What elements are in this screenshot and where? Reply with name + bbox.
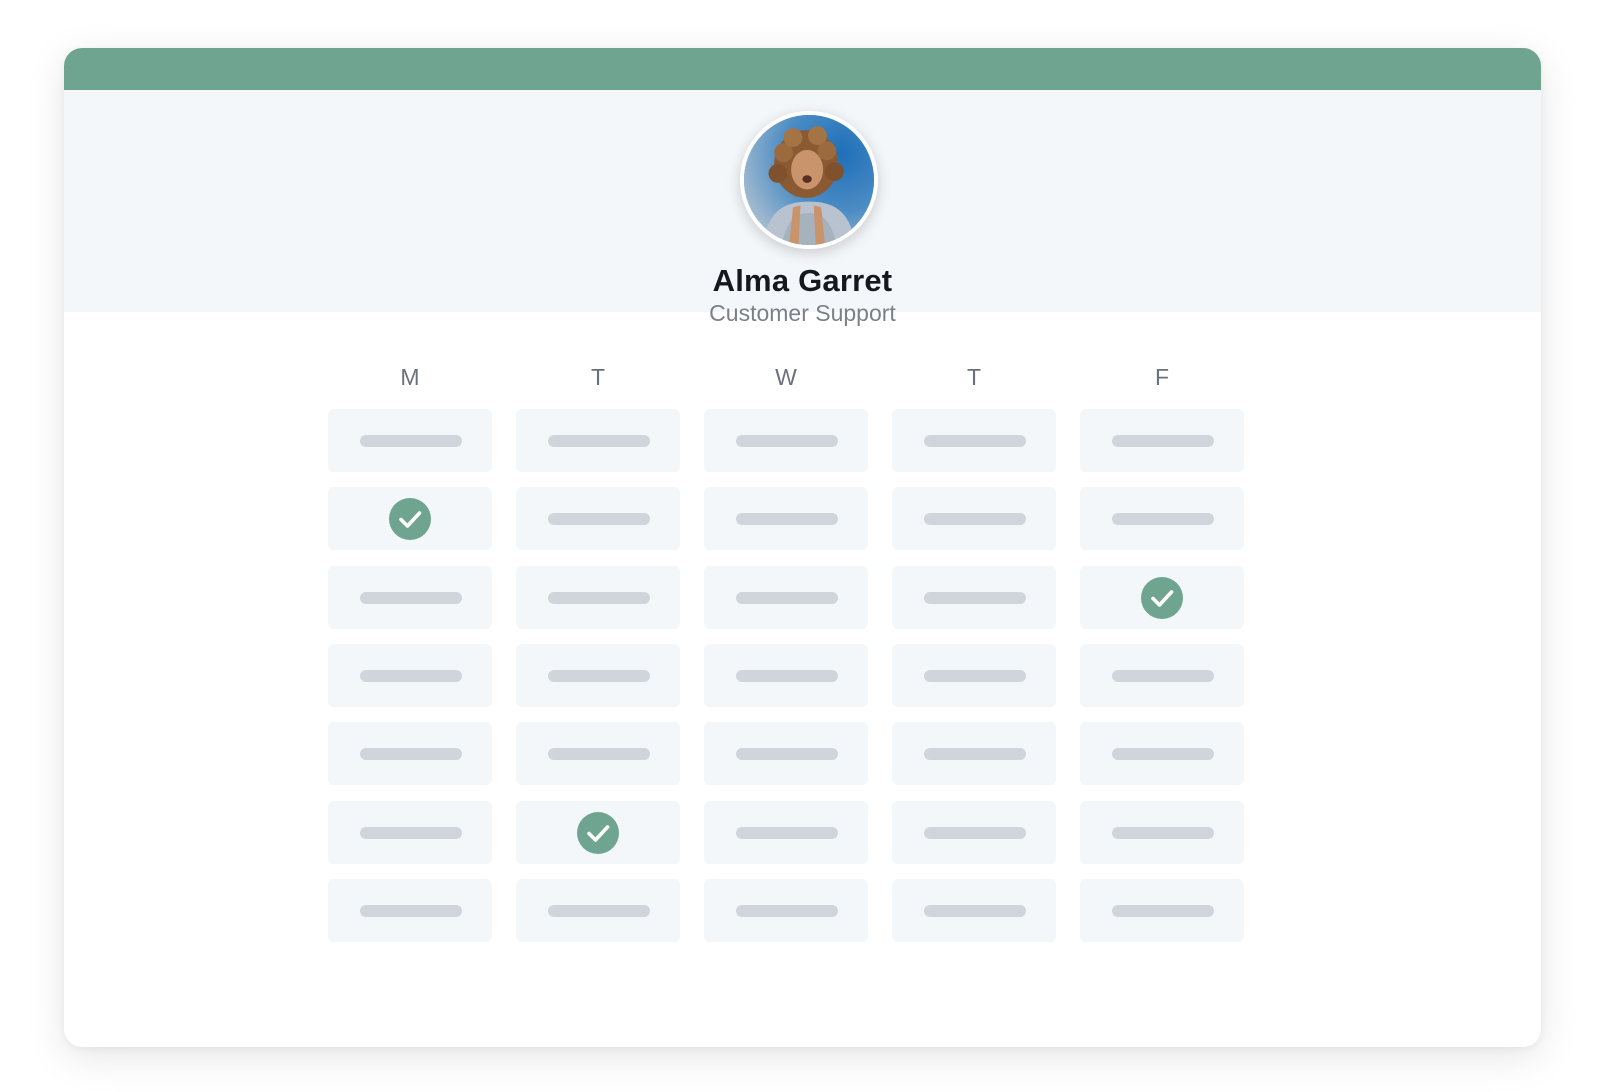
placeholder-bar [548, 592, 650, 604]
schedule-slot[interactable] [328, 487, 492, 550]
schedule-slot[interactable] [892, 566, 1056, 629]
placeholder-bar [1112, 827, 1214, 839]
placeholder-bar [736, 435, 838, 447]
schedule-slot[interactable] [1080, 409, 1244, 472]
schedule-slot[interactable] [704, 879, 868, 942]
day-header-0: M [400, 364, 420, 390]
check-icon [1141, 577, 1183, 619]
schedule-slot[interactable] [328, 879, 492, 942]
schedule-slot[interactable] [328, 409, 492, 472]
schedule-slot[interactable] [892, 409, 1056, 472]
schedule-slot[interactable] [516, 644, 680, 707]
placeholder-bar [924, 592, 1026, 604]
schedule-slot[interactable] [328, 801, 492, 864]
schedule-slot[interactable] [1080, 487, 1244, 550]
placeholder-bar [360, 748, 462, 760]
placeholder-bar [924, 748, 1026, 760]
placeholder-bar [924, 435, 1026, 447]
placeholder-bar [360, 592, 462, 604]
schedule-slot[interactable] [516, 487, 680, 550]
placeholder-bar [548, 435, 650, 447]
schedule-slot[interactable] [1080, 879, 1244, 942]
placeholder-bar [360, 435, 462, 447]
schedule-slot[interactable] [516, 722, 680, 785]
placeholder-bar [548, 513, 650, 525]
schedule-slot[interactable] [1080, 644, 1244, 707]
schedule-slot[interactable] [328, 722, 492, 785]
check-icon [389, 498, 431, 540]
schedule-slot[interactable] [704, 487, 868, 550]
schedule-slot[interactable] [892, 801, 1056, 864]
day-header-1: T [590, 364, 606, 390]
schedule-slot[interactable] [892, 644, 1056, 707]
schedule-slot[interactable] [328, 644, 492, 707]
placeholder-bar [1112, 748, 1214, 760]
schedule-slot[interactable] [892, 879, 1056, 942]
placeholder-bar [1112, 435, 1214, 447]
weekly-schedule-grid: MTWTF [64, 312, 1541, 1047]
day-header-4: F [1154, 364, 1170, 390]
schedule-slot[interactable] [704, 644, 868, 707]
schedule-slot[interactable] [516, 879, 680, 942]
check-icon [577, 812, 619, 854]
placeholder-bar [360, 905, 462, 917]
placeholder-bar [360, 827, 462, 839]
user-name: Alma Garret [712, 263, 893, 298]
avatar [740, 111, 878, 249]
schedule-slot[interactable] [1080, 801, 1244, 864]
card-header-bar [64, 48, 1541, 90]
placeholder-bar [924, 670, 1026, 682]
placeholder-bar [736, 827, 838, 839]
placeholder-bar [924, 905, 1026, 917]
placeholder-bar [736, 748, 838, 760]
schedule-slot[interactable] [516, 566, 680, 629]
schedule-slot[interactable] [1080, 722, 1244, 785]
placeholder-bar [736, 905, 838, 917]
placeholder-bar [736, 592, 838, 604]
placeholder-bar [1112, 905, 1214, 917]
schedule-slot[interactable] [704, 722, 868, 785]
placeholder-bar [360, 670, 462, 682]
placeholder-bar [736, 670, 838, 682]
placeholder-bar [1112, 513, 1214, 525]
schedule-slot[interactable] [704, 566, 868, 629]
placeholder-bar [924, 827, 1026, 839]
schedule-slot[interactable] [516, 409, 680, 472]
schedule-slot[interactable] [892, 722, 1056, 785]
schedule-slot[interactable] [704, 801, 868, 864]
placeholder-bar [548, 670, 650, 682]
placeholder-bar [1112, 670, 1214, 682]
placeholder-bar [924, 513, 1026, 525]
profile-section: Alma Garret Customer Support [64, 90, 1541, 326]
placeholder-bar [548, 905, 650, 917]
placeholder-bar [736, 513, 838, 525]
profile-schedule-card: Alma Garret Customer Support M T W T F [64, 48, 1541, 1047]
day-header-3: T [966, 364, 982, 390]
placeholder-bar [548, 748, 650, 760]
schedule-slot[interactable] [516, 801, 680, 864]
schedule-slot[interactable] [1080, 566, 1244, 629]
avatar-image [744, 115, 874, 245]
day-header-2: W [775, 364, 797, 390]
schedule-slot[interactable] [704, 409, 868, 472]
schedule-slot[interactable] [892, 487, 1056, 550]
schedule-slot[interactable] [328, 566, 492, 629]
